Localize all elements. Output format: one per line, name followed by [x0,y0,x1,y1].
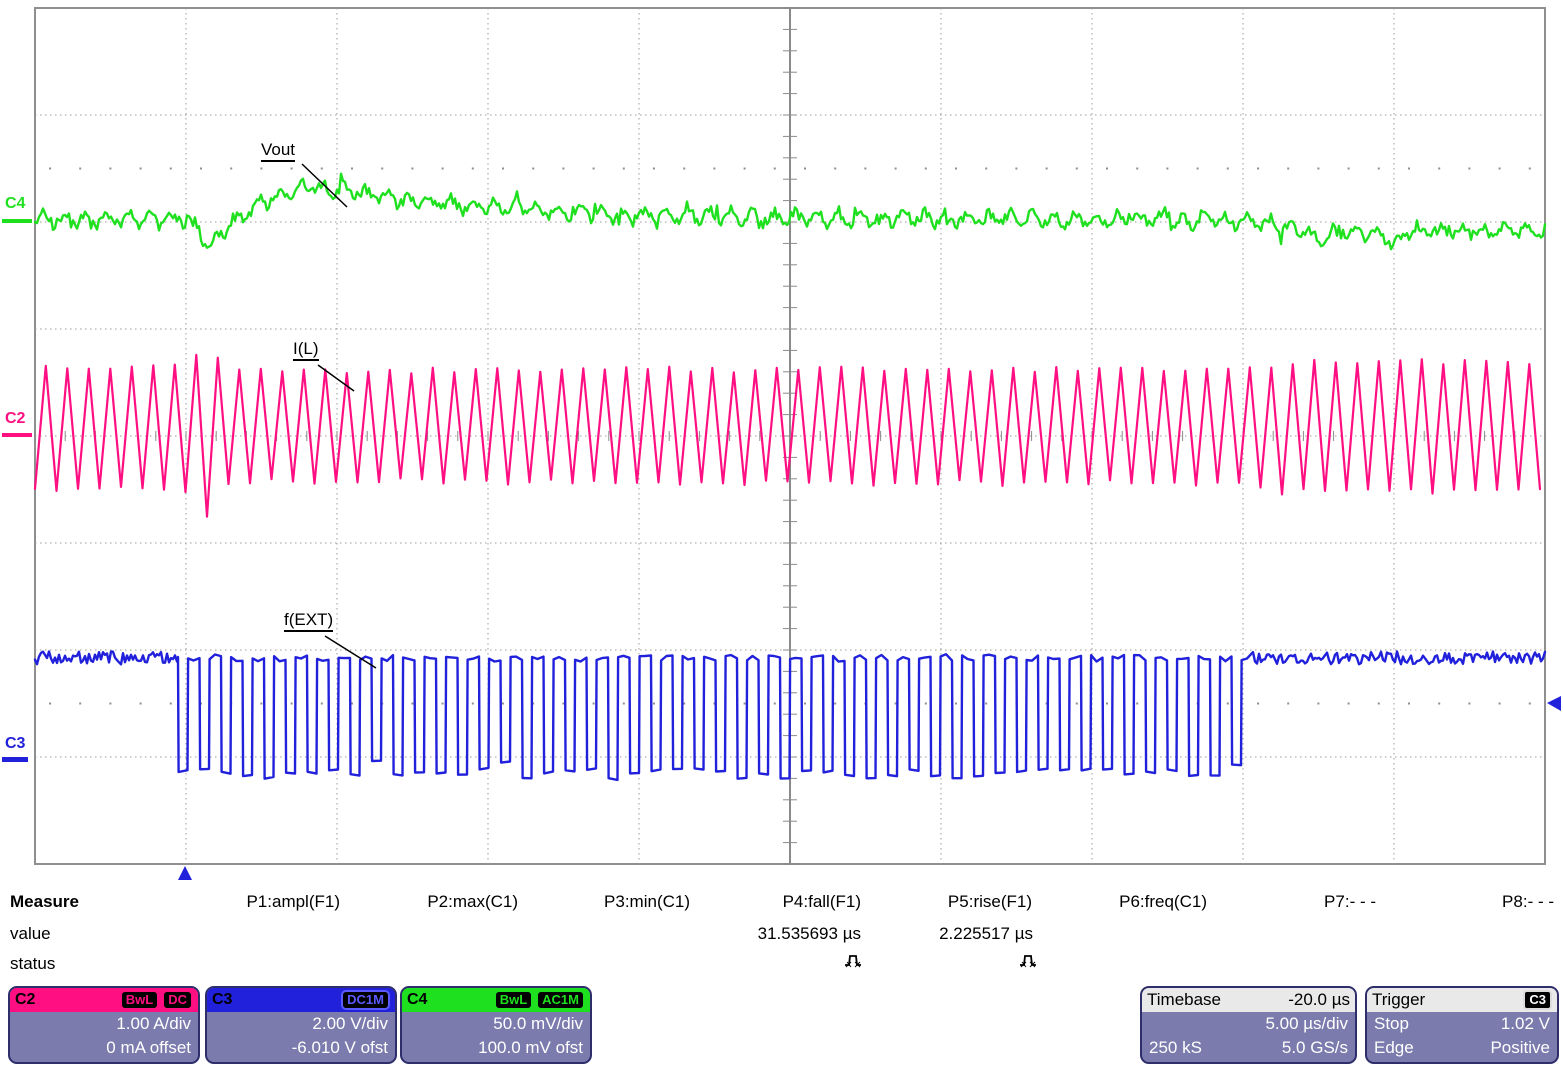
trigger-level-marker[interactable] [1547,696,1561,711]
c4-box-title: C4 [407,991,427,1009]
trigger-time-marker[interactable] [178,866,192,880]
measure-p8-label[interactable]: P8:- - - [1502,892,1554,912]
timebase-scale-row: 5.00 µs/div [1142,1012,1355,1036]
trigger-type: Edge [1374,1038,1414,1058]
measure-p2-label[interactable]: P2:max(C1) [427,892,518,912]
pulse-status-icon [843,952,863,969]
channel-marker-c2[interactable]: C2 [5,411,25,427]
value-row-title: value [10,924,51,944]
channel-marker-c4[interactable]: C4 [5,196,25,212]
c2-ground-marker[interactable] [2,433,32,437]
c2-box-title: C2 [15,991,35,1009]
c2-scale-value: 1.00 A/div [116,1014,191,1034]
measure-p4-value: 31.535693 µs [758,924,861,944]
timebase-sample-rate: 5.0 GS/s [1282,1038,1348,1058]
trigger-level: 1.02 V [1501,1014,1550,1034]
measure-p5-label[interactable]: P5:rise(F1) [948,892,1032,912]
c4-box-header: C4 BwL AC1M [402,988,590,1012]
timebase-samples: 250 kS [1149,1038,1202,1058]
trigger-mode: Stop [1374,1014,1409,1034]
trigger-title: Trigger [1372,990,1425,1010]
c2-offset-row: 0 mA offset [10,1036,198,1060]
timebase-per-div: 5.00 µs/div [1265,1014,1348,1034]
vout-trace-label: Vout [261,141,295,162]
measure-p7-label[interactable]: P7:- - - [1324,892,1376,912]
c3-box-header: C3 DC1M [207,988,395,1012]
c3-scale-row: 2.00 V/div [207,1012,395,1036]
timebase-title: Timebase [1147,990,1221,1010]
c3-offset-value: -6.010 V ofst [292,1038,388,1058]
c4-scale-row: 50.0 mV/div [402,1012,590,1036]
c3-box-title: C3 [212,991,232,1009]
c4-ground-marker[interactable] [2,219,32,223]
trigger-slope: Positive [1490,1038,1550,1058]
timebase-box-header: Timebase -20.0 µs [1142,988,1355,1012]
trigger-box-header: Trigger C3 [1367,988,1557,1012]
c4-coupling-badge: AC1M [536,990,585,1010]
c3-ground-marker[interactable] [2,757,28,762]
measure-p3-label[interactable]: P3:min(C1) [604,892,690,912]
il-trace-label: I(L) [293,340,319,361]
measure-p6-label[interactable]: P6:freq(C1) [1119,892,1207,912]
trigger-source-badge: C3 [1523,990,1552,1010]
c2-box-header: C2 BwL DC [10,988,198,1012]
measure-row-title: Measure [10,892,79,912]
pulse-status-icon [1018,952,1038,969]
trigger-descriptor-box[interactable]: Trigger C3 Stop 1.02 V Edge Positive [1365,986,1559,1064]
c3-coupling-badge: DC1M [341,990,390,1010]
measure-p1-label[interactable]: P1:ampl(F1) [246,892,340,912]
c4-scale-value: 50.0 mV/div [493,1014,583,1034]
channel-c4-descriptor-box[interactable]: C4 BwL AC1M 50.0 mV/div 100.0 mV ofst [400,986,592,1064]
trigger-mode-row: Stop 1.02 V [1367,1012,1557,1036]
c2-offset-value: 0 mA offset [106,1038,191,1058]
c2-coupling-badge: DC [162,990,193,1010]
c3-scale-value: 2.00 V/div [312,1014,388,1034]
timebase-sampling-row: 250 kS 5.0 GS/s [1142,1036,1355,1060]
c4-offset-row: 100.0 mV ofst [402,1036,590,1060]
channel-marker-c3[interactable]: C3 [5,736,25,752]
fext-trace-label: f(EXT) [284,611,333,632]
c3-offset-row: -6.010 V ofst [207,1036,395,1060]
c2-bwl-badge: BwL [120,990,159,1010]
waveform-plot [0,0,1563,886]
timebase-delay-value: -20.0 µs [1288,990,1350,1010]
status-row-title: status [10,954,55,974]
c4-offset-value: 100.0 mV ofst [478,1038,583,1058]
c4-bwl-badge: BwL [494,990,533,1010]
channel-c2-descriptor-box[interactable]: C2 BwL DC 1.00 A/div 0 mA offset [8,986,200,1064]
measure-p4-label[interactable]: P4:fall(F1) [783,892,861,912]
timebase-descriptor-box[interactable]: Timebase -20.0 µs 5.00 µs/div 250 kS 5.0… [1140,986,1357,1064]
trigger-type-row: Edge Positive [1367,1036,1557,1060]
c2-scale-row: 1.00 A/div [10,1012,198,1036]
measure-p5-value: 2.225517 µs [939,924,1033,944]
channel-c3-descriptor-box[interactable]: C3 DC1M 2.00 V/div -6.010 V ofst [205,986,397,1064]
oscilloscope-screen: { "colors": { "c2_pink": "#ff0f82", "c3_… [0,0,1563,1068]
